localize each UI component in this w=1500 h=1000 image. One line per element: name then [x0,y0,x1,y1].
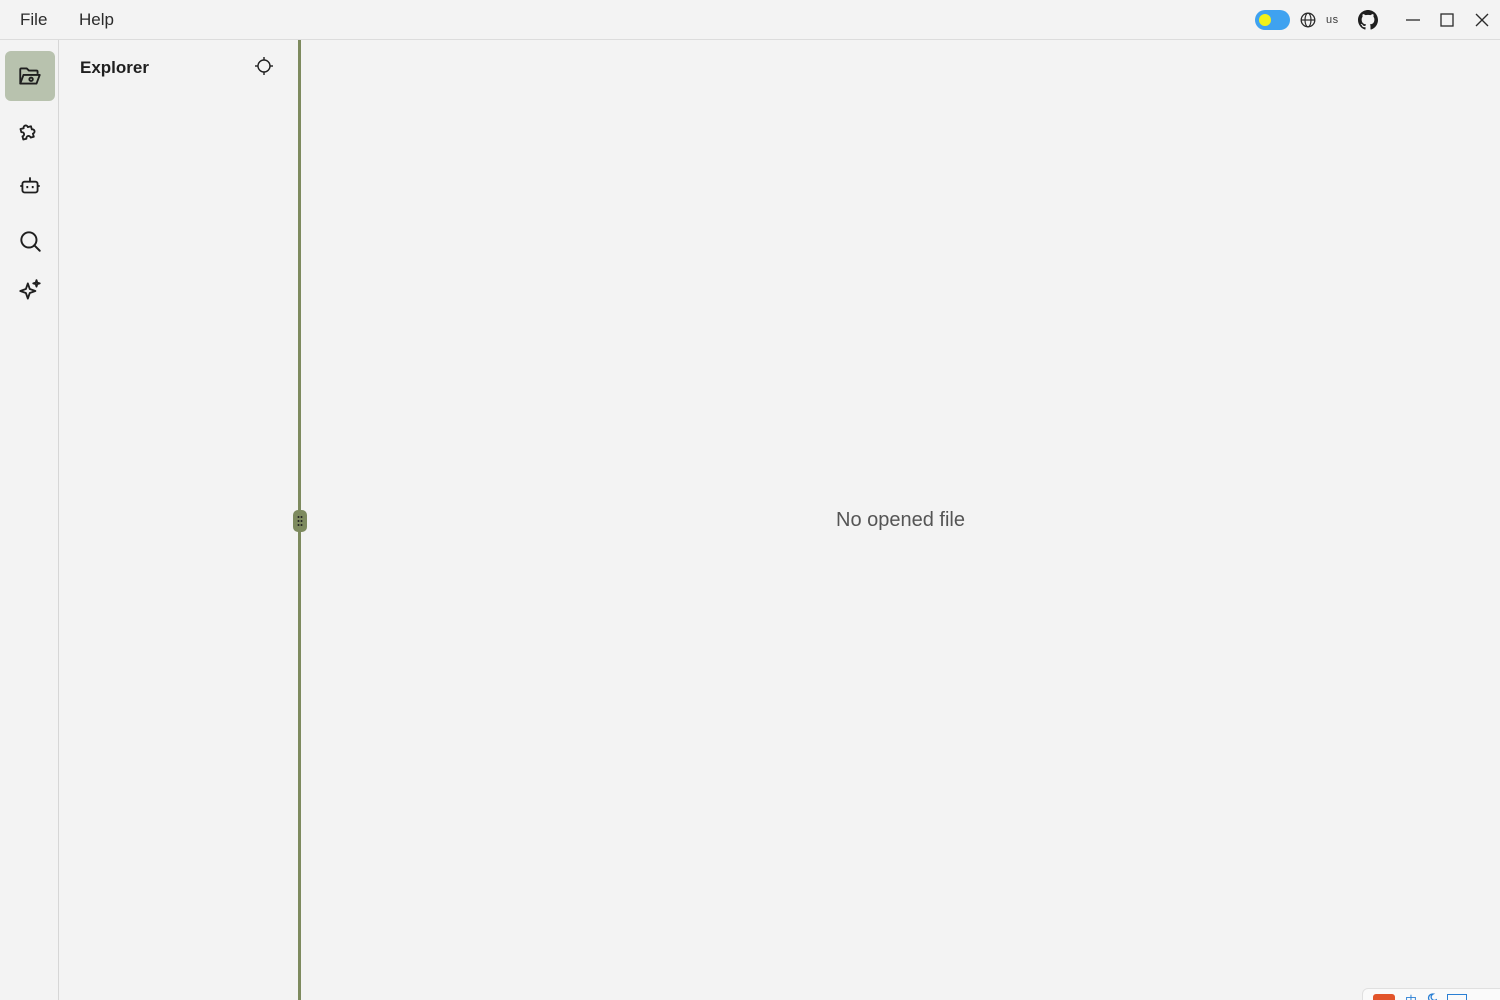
app-window: File Help us Explorer No opened file [0,0,1500,1000]
menu-file[interactable]: File [20,10,47,30]
empty-editor-message: No opened file [836,509,965,531]
ime-mode-label[interactable]: 中 [1405,992,1417,1000]
explorer-panel: Explorer [60,40,299,1000]
maximize-icon[interactable] [1437,10,1457,30]
editor-area: No opened file [301,41,1500,1000]
activity-ai[interactable] [5,266,55,316]
language-label[interactable]: us [1326,14,1339,26]
explorer-title: Explorer [80,58,149,77]
moon-icon[interactable] [1427,993,1437,1000]
title-bar: File Help us [0,0,1500,40]
theme-toggle-knob [1259,14,1271,26]
puzzle-icon [19,124,36,141]
crosshair-icon[interactable] [254,56,274,76]
folder-open-icon [19,67,41,85]
activity-assistant[interactable] [5,161,55,211]
keyboard-icon[interactable] [1447,994,1467,1000]
minimize-icon[interactable] [1403,10,1423,30]
theme-toggle[interactable] [1255,10,1290,30]
globe-icon[interactable] [1300,12,1316,28]
activity-search[interactable] [5,216,55,266]
github-icon[interactable] [1358,10,1378,30]
ime-logo-icon [1373,994,1395,1000]
activity-explorer[interactable] [5,51,55,101]
ime-tray[interactable]: 中 [1362,988,1500,1000]
activity-bar [0,40,59,1000]
activity-extensions[interactable] [5,106,55,156]
close-icon[interactable] [1472,10,1492,30]
search-icon [20,231,41,252]
robot-icon [20,177,40,194]
sparkles-icon [19,279,41,300]
menu-help[interactable]: Help [79,10,114,30]
